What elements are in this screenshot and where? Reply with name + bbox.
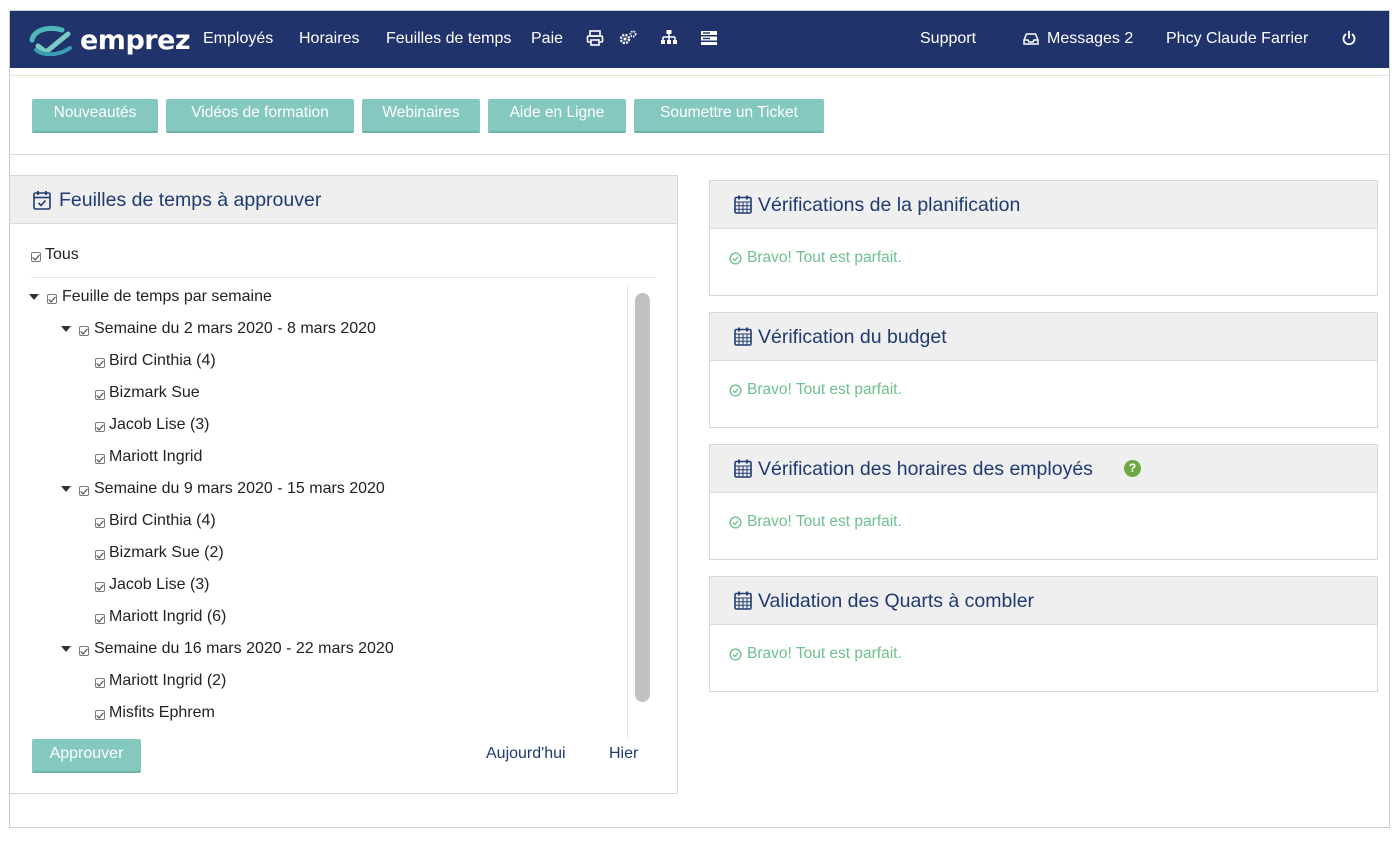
employee-label: Bird Cinthia (4): [109, 512, 216, 529]
today-link[interactable]: Aujourd'hui: [486, 745, 566, 763]
inbox-icon: [1023, 31, 1043, 51]
nav-messages[interactable]: Messages 2: [1047, 30, 1133, 48]
approve-button[interactable]: Approuver: [32, 739, 141, 773]
employee-label: Bird Cinthia (4): [109, 352, 216, 369]
emprez-logo[interactable]: emprez: [28, 23, 191, 57]
check-circle-icon: [729, 251, 742, 265]
help-toolbar: Nouveautés Vidéos de formation Webinaire…: [10, 75, 1389, 155]
tree-root-checkbox[interactable]: [47, 294, 57, 304]
logo-text: emprez: [80, 24, 191, 56]
check-status-text: Bravo! Tout est parfait.: [747, 249, 902, 266]
gears-icon[interactable]: [618, 29, 638, 49]
check-status: Bravo! Tout est parfait.: [729, 513, 902, 531]
nouveautes-button[interactable]: Nouveautés: [32, 99, 158, 133]
employee-label: Bizmark Sue: [109, 384, 200, 401]
check-circle-icon: [729, 515, 742, 529]
tree-scrollbar[interactable]: [627, 286, 656, 738]
power-icon[interactable]: [1341, 30, 1361, 50]
divider: [31, 277, 656, 278]
week-checkbox[interactable]: [79, 486, 89, 496]
employee-checkbox[interactable]: [95, 518, 105, 528]
tree-root-label: Feuille de temps par semaine: [62, 288, 272, 305]
timesheets-panel-title: Feuilles de temps à approuver: [59, 189, 322, 211]
check-panel-planification: Vérifications de la planification Bravo!…: [709, 180, 1378, 296]
check-panel-budget: Vérification du budget Bravo! Tout est p…: [709, 312, 1378, 428]
employee-label: Mariott Ingrid: [109, 448, 203, 465]
employee-label: Mariott Ingrid (2): [109, 672, 227, 689]
timesheets-panel-header: Feuilles de temps à approuver: [10, 176, 677, 224]
check-status: Bravo! Tout est parfait.: [729, 381, 902, 399]
employee-checkbox[interactable]: [95, 582, 105, 592]
check-status: Bravo! Tout est parfait.: [729, 249, 902, 267]
nav-employes[interactable]: Employés: [203, 30, 273, 48]
check-circle-icon: [729, 383, 742, 397]
videos-formation-button[interactable]: Vidéos de formation: [166, 99, 354, 133]
employee-label: Mariott Ingrid (6): [109, 608, 227, 625]
tree-collapse-caret[interactable]: [61, 646, 71, 652]
check-status-text: Bravo! Tout est parfait.: [747, 381, 902, 398]
check-status-text: Bravo! Tout est parfait.: [747, 645, 902, 662]
app-frame: emprez Employés Horaires Feuilles de tem…: [9, 10, 1390, 828]
printer-icon[interactable]: [586, 29, 606, 49]
employee-checkbox[interactable]: [95, 422, 105, 432]
employee-checkbox[interactable]: [95, 614, 105, 624]
employee-label: Bizmark Sue (2): [109, 544, 224, 561]
soumettre-ticket-button[interactable]: Soumettre un Ticket: [634, 99, 824, 133]
calendar-icon: [734, 327, 752, 351]
check-panel-header: Vérifications de la planification: [710, 181, 1377, 229]
check-status-text: Bravo! Tout est parfait.: [747, 513, 902, 530]
timesheets-panel: Feuilles de temps à approuver Tous Feuil…: [10, 175, 678, 794]
nav-feuilles-de-temps[interactable]: Feuilles de temps: [386, 30, 511, 48]
week-label: Semaine du 9 mars 2020 - 15 mars 2020: [94, 480, 385, 497]
all-label: Tous: [45, 246, 79, 263]
calendar-icon: [734, 459, 752, 483]
employee-label: Jacob Lise (3): [109, 576, 210, 593]
employee-label: Jacob Lise (3): [109, 416, 210, 433]
scrollbar-thumb[interactable]: [635, 293, 650, 702]
calendar-icon: [734, 195, 752, 219]
tree-collapse-caret[interactable]: [29, 294, 39, 300]
check-panel-header: Vérification du budget: [710, 313, 1377, 361]
check-panel-horaires-employes: Vérification des horaires des employés ?…: [709, 444, 1378, 560]
check-status: Bravo! Tout est parfait.: [729, 645, 902, 663]
check-panel-quarts: Validation des Quarts à combler Bravo! T…: [709, 576, 1378, 692]
nav-paie[interactable]: Paie: [531, 30, 563, 48]
check-title: Vérification des horaires des employés: [758, 458, 1093, 480]
check-title: Vérification du budget: [758, 326, 947, 348]
nav-user-menu[interactable]: Phcy Claude Farrier: [1166, 30, 1308, 48]
logo-swoosh-icon: [29, 25, 72, 56]
server-icon[interactable]: [700, 29, 720, 49]
aide-en-ligne-button[interactable]: Aide en Ligne: [488, 99, 626, 133]
employee-checkbox[interactable]: [95, 678, 105, 688]
calendar-check-icon: [33, 190, 51, 215]
nav-horaires[interactable]: Horaires: [299, 30, 359, 48]
tree-collapse-caret[interactable]: [61, 486, 71, 492]
check-panel-header: Vérification des horaires des employés ?: [710, 445, 1377, 493]
webinaires-button[interactable]: Webinaires: [362, 99, 480, 133]
employee-checkbox[interactable]: [95, 358, 105, 368]
check-title: Vérifications de la planification: [758, 194, 1021, 216]
org-chart-icon[interactable]: [660, 29, 680, 49]
employee-checkbox[interactable]: [95, 390, 105, 400]
all-checkbox[interactable]: [31, 252, 41, 262]
yesterday-link[interactable]: Hier: [609, 745, 638, 763]
week-label: Semaine du 16 mars 2020 - 22 mars 2020: [94, 640, 394, 657]
employee-checkbox[interactable]: [95, 710, 105, 720]
check-circle-icon: [729, 647, 742, 661]
tree-collapse-caret[interactable]: [61, 326, 71, 332]
week-checkbox[interactable]: [79, 646, 89, 656]
top-navbar: emprez Employés Horaires Feuilles de tem…: [10, 11, 1389, 68]
employee-label: Misfits Ephrem: [109, 704, 215, 721]
help-icon[interactable]: ?: [1124, 460, 1141, 477]
employee-checkbox[interactable]: [95, 454, 105, 464]
check-panel-header: Validation des Quarts à combler: [710, 577, 1377, 625]
check-title: Validation des Quarts à combler: [758, 590, 1035, 612]
week-checkbox[interactable]: [79, 326, 89, 336]
nav-support[interactable]: Support: [920, 30, 976, 48]
week-label: Semaine du 2 mars 2020 - 8 mars 2020: [94, 320, 376, 337]
calendar-icon: [734, 591, 752, 615]
employee-checkbox[interactable]: [95, 550, 105, 560]
